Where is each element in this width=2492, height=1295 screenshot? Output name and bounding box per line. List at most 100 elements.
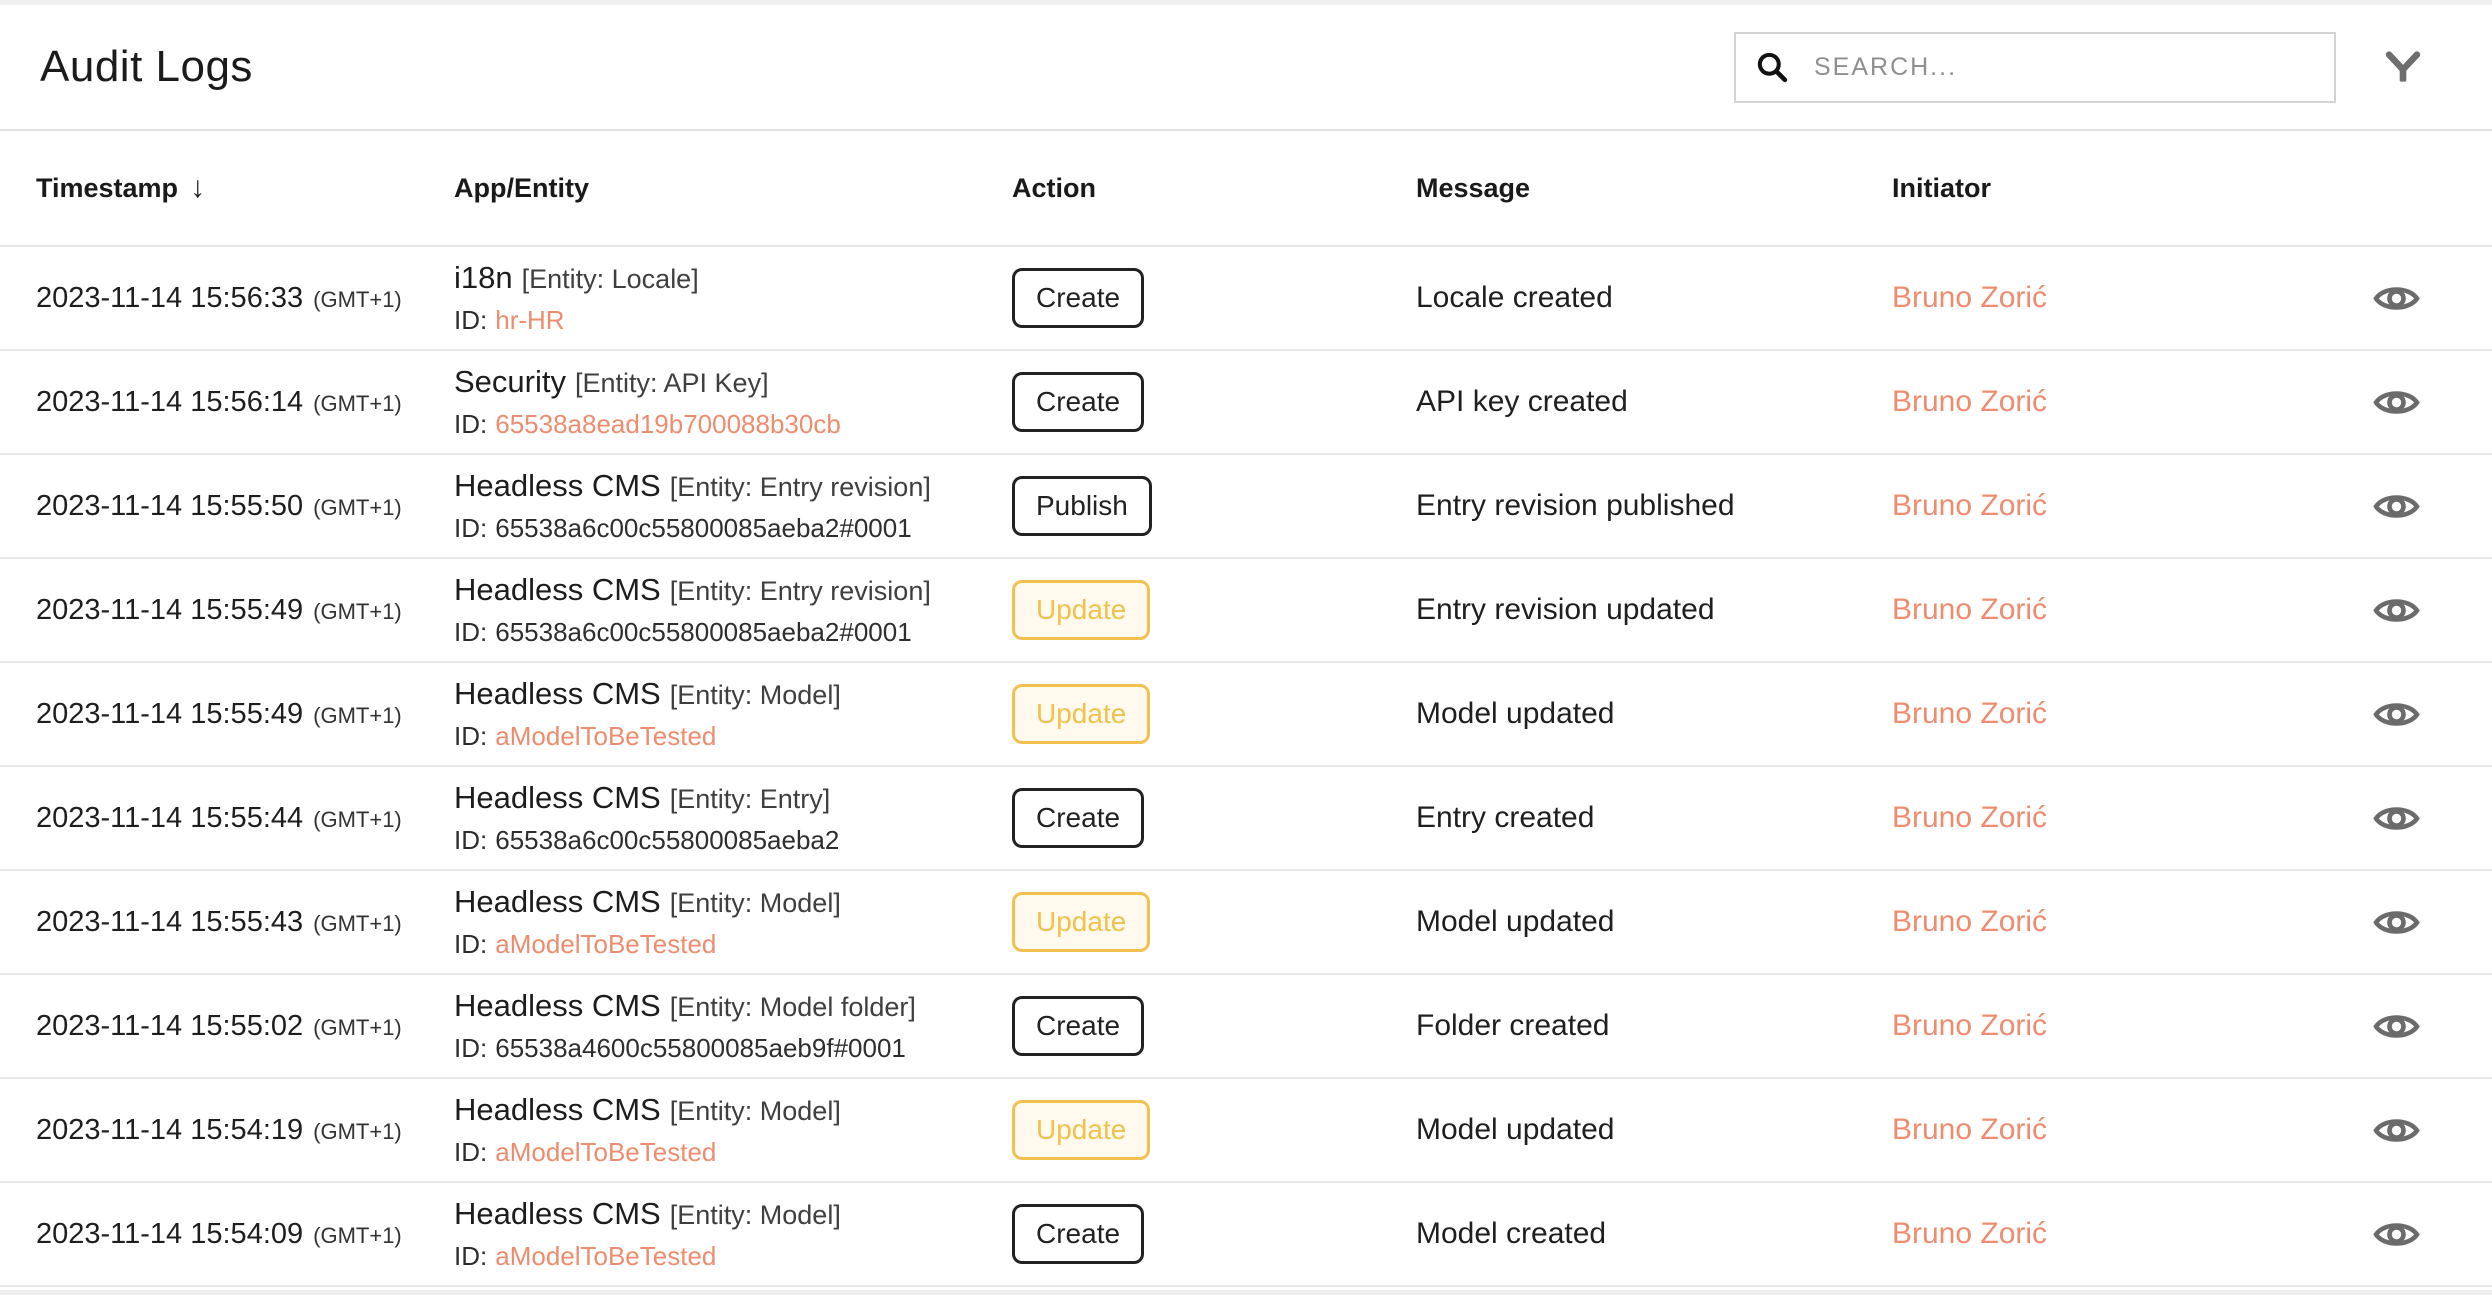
filter-button[interactable] xyxy=(2384,47,2422,87)
message-text: Folder created xyxy=(1416,1009,1610,1042)
initiator-link[interactable]: Bruno Zorić xyxy=(1892,801,2047,835)
page-title: Audit Logs xyxy=(40,42,253,91)
timezone-label: (GMT+1) xyxy=(313,390,402,416)
entity-id-value[interactable]: aModelToBeTested xyxy=(495,929,716,960)
timestamp-cell: 2023-11-14 15:56:14 (GMT+1) xyxy=(0,386,454,419)
table-row: 2023-11-14 15:55:49 (GMT+1) Headless CMS… xyxy=(0,663,2492,767)
row-actions-cell xyxy=(2294,1183,2492,1285)
initiator-cell: Bruno Zorić xyxy=(1892,247,2294,349)
initiator-link[interactable]: Bruno Zorić xyxy=(1892,593,2047,627)
timestamp-cell: 2023-11-14 15:55:02 (GMT+1) xyxy=(0,1010,454,1043)
timezone-label: (GMT+1) xyxy=(313,806,402,832)
timestamp-value: 2023-11-14 15:56:14 xyxy=(36,385,304,418)
message-cell: API key created xyxy=(1416,351,1892,453)
initiator-link[interactable]: Bruno Zorić xyxy=(1892,1217,2047,1251)
entity-line: Headless CMS [Entity: Entry revision] xyxy=(454,572,931,608)
action-cell: Update xyxy=(1012,663,1416,765)
view-details-button[interactable] xyxy=(2373,698,2420,731)
view-details-button[interactable] xyxy=(2373,282,2420,315)
id-label: ID: xyxy=(454,1137,488,1167)
row-actions-cell xyxy=(2294,663,2492,765)
initiator-cell: Bruno Zorić xyxy=(1892,559,2294,661)
eye-icon xyxy=(2373,1222,2420,1246)
row-actions-cell xyxy=(2294,559,2492,661)
table-header: Timestamp ↓ App/Entity Action Message In… xyxy=(0,131,2492,247)
eye-icon xyxy=(2373,702,2420,726)
entity-kind: [Entity: Entry] xyxy=(669,784,831,814)
table-row: 2023-11-14 15:54:19 (GMT+1) Headless CMS… xyxy=(0,1079,2492,1183)
view-details-button[interactable] xyxy=(2373,906,2420,939)
view-details-button[interactable] xyxy=(2373,594,2420,627)
search-input[interactable] xyxy=(1812,51,2316,83)
id-label: ID: xyxy=(454,721,488,751)
id-label: ID: xyxy=(454,409,488,439)
app-entity-cell: Headless CMS [Entity: Model] ID: aModelT… xyxy=(454,871,1012,973)
timezone-label: (GMT+1) xyxy=(313,1222,402,1248)
initiator-cell: Bruno Zorić xyxy=(1892,767,2294,869)
action-cell: Update xyxy=(1012,1079,1416,1181)
column-header-label: Message xyxy=(1416,172,1531,203)
initiator-cell: Bruno Zorić xyxy=(1892,351,2294,453)
message-cell: Model created xyxy=(1416,1183,1892,1285)
column-header-timestamp[interactable]: Timestamp ↓ xyxy=(0,171,454,205)
entity-id-value[interactable]: aModelToBeTested xyxy=(495,1137,716,1168)
timestamp-cell: 2023-11-14 15:55:43 (GMT+1) xyxy=(0,906,454,939)
entity-id-line: ID: 65538a8ead19b700088b30cb xyxy=(454,409,841,440)
initiator-link[interactable]: Bruno Zorić xyxy=(1892,489,2047,523)
initiator-cell: Bruno Zorić xyxy=(1892,871,2294,973)
timestamp-cell: 2023-11-14 15:56:33 (GMT+1) xyxy=(0,282,454,315)
view-details-button[interactable] xyxy=(2373,386,2420,419)
view-details-button[interactable] xyxy=(2373,1114,2420,1147)
app-entity-cell: Security [Entity: API Key] ID: 65538a8ea… xyxy=(454,351,1012,453)
search-box[interactable] xyxy=(1734,31,2336,103)
timezone-label: (GMT+1) xyxy=(313,702,402,728)
entity-line: Headless CMS [Entity: Entry] xyxy=(454,780,830,816)
entity-id-value[interactable]: aModelToBeTested xyxy=(495,721,716,752)
action-badge: Update xyxy=(1012,580,1151,640)
eye-icon xyxy=(2373,286,2420,310)
action-cell: Create xyxy=(1012,1183,1416,1285)
table-row: 2023-11-14 15:56:14 (GMT+1) Security [En… xyxy=(0,351,2492,455)
message-text: Model updated xyxy=(1416,905,1615,938)
eye-icon xyxy=(2373,1014,2420,1038)
entity-kind: [Entity: Entry revision] xyxy=(669,472,931,502)
view-details-button[interactable] xyxy=(2373,1218,2420,1251)
app-name: Headless CMS xyxy=(454,988,661,1023)
entity-id-value[interactable]: aModelToBeTested xyxy=(495,1241,716,1272)
timestamp-value: 2023-11-14 15:54:09 xyxy=(36,1217,304,1250)
row-actions-cell xyxy=(2294,247,2492,349)
app-entity-cell: Headless CMS [Entity: Model folder] ID: … xyxy=(454,975,1012,1077)
row-actions-cell xyxy=(2294,1079,2492,1181)
eye-icon xyxy=(2373,910,2420,934)
action-cell: Create xyxy=(1012,975,1416,1077)
initiator-link[interactable]: Bruno Zorić xyxy=(1892,697,2047,731)
action-cell: Publish xyxy=(1012,455,1416,557)
view-details-button[interactable] xyxy=(2373,1010,2420,1043)
initiator-link[interactable]: Bruno Zorić xyxy=(1892,1113,2047,1147)
app-entity-cell: Headless CMS [Entity: Entry revision] ID… xyxy=(454,559,1012,661)
entity-id-line: ID: aModelToBeTested xyxy=(454,929,716,960)
entity-id-value[interactable]: 65538a8ead19b700088b30cb xyxy=(495,409,841,440)
app-entity-cell: Headless CMS [Entity: Model] ID: aModelT… xyxy=(454,1079,1012,1181)
initiator-link[interactable]: Bruno Zorić xyxy=(1892,1009,2047,1043)
entity-id-value[interactable]: hr-HR xyxy=(495,305,564,336)
view-details-button[interactable] xyxy=(2373,490,2420,523)
view-details-button[interactable] xyxy=(2373,802,2420,835)
initiator-link[interactable]: Bruno Zorić xyxy=(1892,281,2047,315)
entity-line: Headless CMS [Entity: Model] xyxy=(454,1092,841,1128)
message-text: Entry created xyxy=(1416,801,1595,834)
column-header-action: Action xyxy=(1012,173,1416,204)
table-row: 2023-11-14 15:56:33 (GMT+1) i18n [Entity… xyxy=(0,247,2492,351)
id-label: ID: xyxy=(454,617,488,647)
initiator-cell: Bruno Zorić xyxy=(1892,455,2294,557)
app-name: Headless CMS xyxy=(454,676,661,711)
message-cell: Folder created xyxy=(1416,975,1892,1077)
entity-id-line: ID: aModelToBeTested xyxy=(454,721,716,752)
message-cell: Entry created xyxy=(1416,767,1892,869)
topbar: Audit Logs xyxy=(0,5,2492,131)
table-row: 2023-11-14 15:55:44 (GMT+1) Headless CMS… xyxy=(0,767,2492,871)
initiator-link[interactable]: Bruno Zorić xyxy=(1892,385,2047,419)
row-actions-cell xyxy=(2294,351,2492,453)
id-label: ID: xyxy=(454,929,488,959)
initiator-link[interactable]: Bruno Zorić xyxy=(1892,905,2047,939)
